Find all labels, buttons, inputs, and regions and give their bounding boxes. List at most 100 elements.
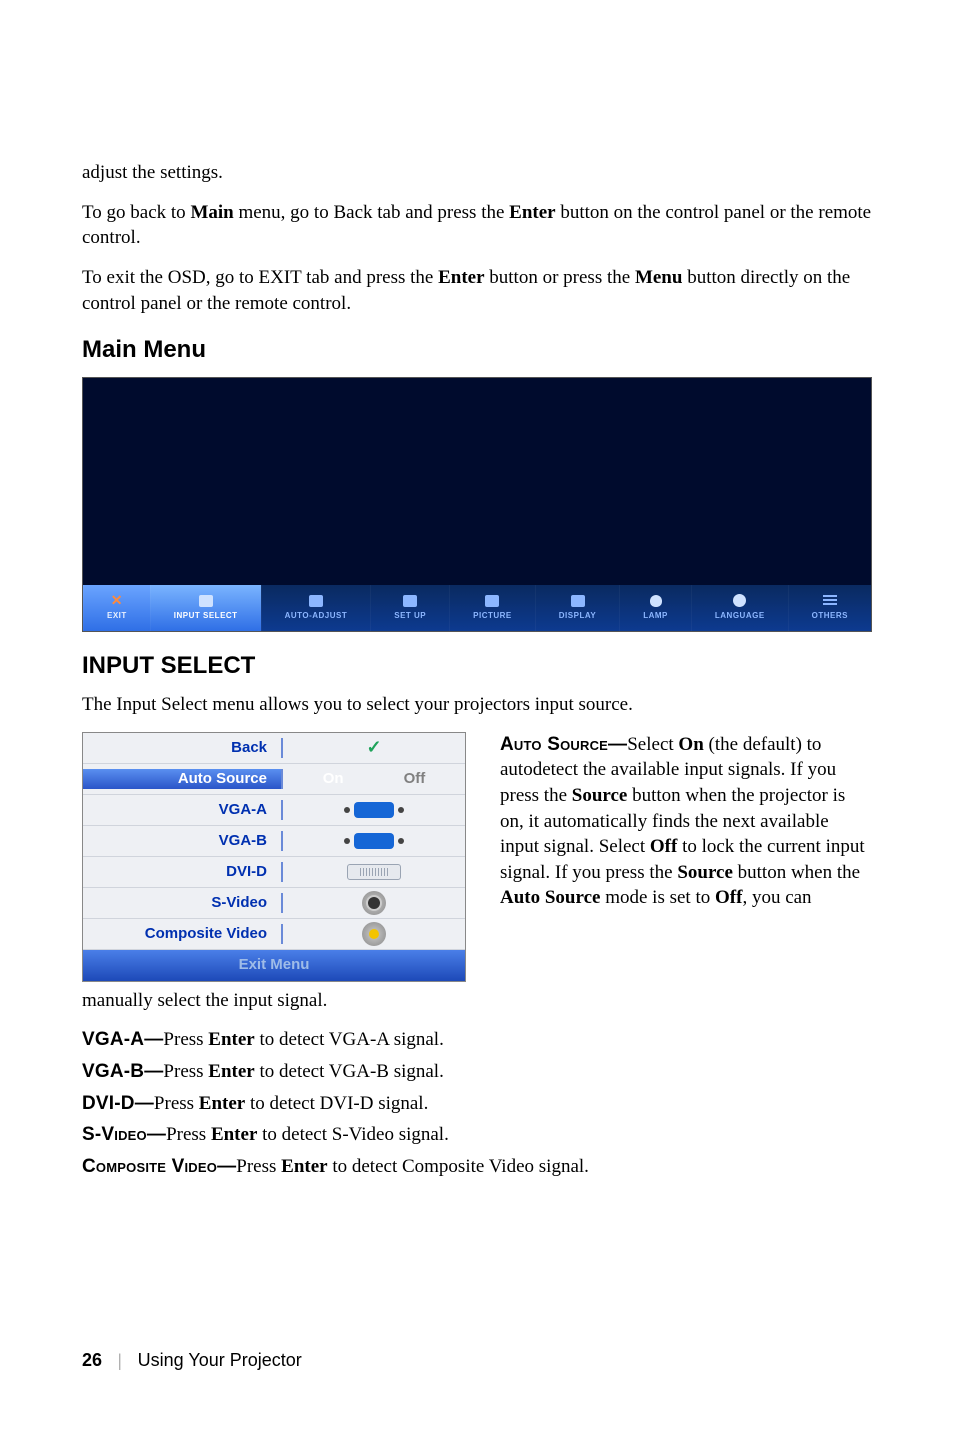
label: VGA-A— <box>82 1029 163 1050</box>
tab-label: LAMP <box>643 611 668 622</box>
bold-auto-source: Auto Source <box>500 887 600 908</box>
composite-port-icon <box>362 922 386 946</box>
text: to detect DVI-D signal. <box>245 1093 428 1114</box>
label: Composite Video— <box>82 1156 236 1177</box>
bold-enter: Enter <box>438 267 484 288</box>
tab-label: SET UP <box>394 611 426 622</box>
paragraph-exit-osd: To exit the OSD, go to EXIT tab and pres… <box>82 265 872 316</box>
tab-label: AUTO-ADJUST <box>285 611 348 622</box>
text: to detect VGA-A signal. <box>255 1029 444 1050</box>
bold-on: On <box>678 734 703 755</box>
tab-label: EXIT <box>107 611 127 622</box>
tab-set-up: SET UP <box>370 585 449 631</box>
lamp-icon <box>648 594 664 608</box>
osd-row-exit-menu: Exit Menu ✓ <box>83 950 465 981</box>
osd-main-menu-screenshot: ✕ EXIT INPUT SELECT AUTO-ADJUST SET UP P… <box>82 377 872 632</box>
tab-display: DISPLAY <box>535 585 619 631</box>
osd-label: VGA-A <box>83 800 283 820</box>
option-off: Off <box>404 769 426 789</box>
tab-label: PICTURE <box>473 611 512 622</box>
label: DVI-D— <box>82 1093 154 1114</box>
osd-row-s-video: S-Video <box>83 888 465 919</box>
def-composite: Composite Video—Press Enter to detect Co… <box>82 1154 872 1180</box>
footer-separator: | <box>118 1348 122 1372</box>
text: To exit the OSD, go to EXIT tab and pres… <box>82 267 438 288</box>
dvi-port-icon <box>347 864 401 880</box>
paragraph-input-select-desc: The Input Select menu allows you to sele… <box>82 692 872 718</box>
osd-label: Exit Menu <box>83 955 465 975</box>
def-vga-b: VGA-B—Press Enter to detect VGA-B signal… <box>82 1059 872 1085</box>
bold-enter: Enter <box>211 1124 257 1145</box>
paragraph-adjust: adjust the settings. <box>82 160 872 186</box>
bold-off: Off <box>715 887 742 908</box>
osd-row-vga-b: VGA-B <box>83 826 465 857</box>
tab-others: OTHERS <box>788 585 871 631</box>
osd-tab-bar: ✕ EXIT INPUT SELECT AUTO-ADJUST SET UP P… <box>83 585 871 631</box>
page-number: 26 <box>82 1348 102 1372</box>
text: to detect Composite Video signal. <box>328 1156 589 1177</box>
paragraph-auto-source: Auto Source—Select On (the default) to a… <box>500 732 872 982</box>
tab-lamp: LAMP <box>619 585 691 631</box>
osd-row-composite: Composite Video <box>83 919 465 950</box>
bold-main: Main <box>190 202 233 223</box>
display-icon <box>570 594 586 608</box>
globe-icon <box>732 594 748 608</box>
bold-off: Off <box>650 836 677 857</box>
tab-language: LANGUAGE <box>691 585 788 631</box>
vga-port-icon <box>354 802 394 818</box>
text: Press <box>154 1093 199 1114</box>
bold-source: Source <box>572 785 628 806</box>
list-icon <box>822 594 838 608</box>
def-vga-a: VGA-A—Press Enter to detect VGA-A signal… <box>82 1027 872 1053</box>
auto-adjust-icon <box>308 594 324 608</box>
tab-label: INPUT SELECT <box>174 611 238 622</box>
chapter-title: Using Your Projector <box>138 1348 302 1372</box>
tab-input-select: INPUT SELECT <box>150 585 261 631</box>
def-s-video: S-Video—Press Enter to detect S-Video si… <box>82 1122 872 1148</box>
bold-enter: Enter <box>509 202 555 223</box>
bold-enter: Enter <box>281 1156 327 1177</box>
tab-label: OTHERS <box>812 611 848 622</box>
text: button or press the <box>485 267 635 288</box>
tab-label: DISPLAY <box>559 611 596 622</box>
text: menu, go to Back tab and press the <box>234 202 509 223</box>
text: Press <box>163 1061 208 1082</box>
osd-label: S-Video <box>83 893 283 913</box>
osd-label: DVI-D <box>83 862 283 882</box>
osd-row-dvi-d: DVI-D <box>83 857 465 888</box>
label: VGA-B— <box>82 1061 163 1082</box>
text: mode is set to <box>600 887 715 908</box>
text: To go back to <box>82 202 190 223</box>
text: Press <box>236 1156 281 1177</box>
svideo-port-icon <box>362 891 386 915</box>
text: , you can <box>742 887 811 908</box>
text: button when the <box>733 862 860 883</box>
heading-input-select: INPUT SELECT <box>82 650 872 682</box>
option-on: On <box>323 769 344 789</box>
check-icon: ✓ <box>859 953 874 977</box>
tab-picture: PICTURE <box>449 585 535 631</box>
close-x-icon: ✕ <box>109 594 125 608</box>
bold-source: Source <box>677 862 733 883</box>
osd-label: Back <box>83 738 283 758</box>
text: Press <box>163 1029 208 1050</box>
page-footer: 26 | Using Your Projector <box>82 1348 302 1372</box>
heading-main-menu: Main Menu <box>82 334 872 366</box>
text: to detect VGA-B signal. <box>255 1061 444 1082</box>
paragraph-tail: manually select the input signal. <box>82 988 872 1014</box>
label: S-Video— <box>82 1124 166 1145</box>
bold-enter: Enter <box>199 1093 245 1114</box>
osd-row-vga-a: VGA-A <box>83 795 465 826</box>
bold-enter: Enter <box>208 1061 254 1082</box>
bold-enter: Enter <box>208 1029 254 1050</box>
osd-input-select-screenshot: Back ✓ Auto Source On Off VGA-A VGA-B DV… <box>82 732 466 982</box>
osd-label: Composite Video <box>83 924 283 944</box>
check-icon: ✓ <box>366 735 381 759</box>
tab-label: LANGUAGE <box>715 611 765 622</box>
osd-row-back: Back ✓ <box>83 733 465 764</box>
tab-exit: ✕ EXIT <box>83 585 150 631</box>
def-dvi-d: DVI-D—Press Enter to detect DVI-D signal… <box>82 1091 872 1117</box>
setup-icon <box>402 594 418 608</box>
tab-auto-adjust: AUTO-ADJUST <box>261 585 371 631</box>
osd-label: VGA-B <box>83 831 283 851</box>
